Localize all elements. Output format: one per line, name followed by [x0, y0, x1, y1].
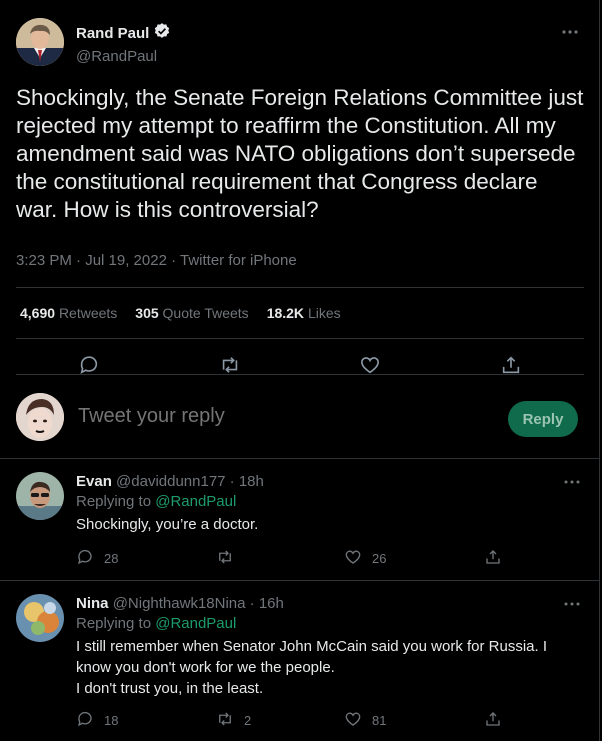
retweet-icon[interactable]	[219, 354, 241, 376]
reply-tweet[interactable]: Nina @Nighthawk18Nina · 16h Replying to …	[0, 582, 600, 741]
reply-count-button[interactable]: 18	[76, 710, 118, 731]
like-icon	[344, 548, 362, 569]
reply-text: Shockingly, you’re a doctor.	[76, 516, 259, 533]
replying-to-link[interactable]: @RandPaul	[155, 615, 236, 632]
author-handle[interactable]: @RandPaul	[76, 48, 171, 65]
reply-composer: Reply	[0, 375, 600, 459]
reply-icon[interactable]	[78, 354, 100, 376]
tweet-stats: 4,690 Retweets 305 Quote Tweets 18.2K Li…	[20, 305, 341, 321]
reply-body: Evan @daviddunn177 · 18h Replying to @Ra…	[76, 472, 576, 535]
retweet-button[interactable]: 2	[216, 710, 251, 731]
replying-to: Replying to @RandPaul	[76, 615, 237, 632]
user-avatar[interactable]	[16, 393, 64, 441]
author-info: Rand Paul @RandPaul	[76, 22, 171, 65]
like-icon[interactable]	[359, 354, 381, 376]
tweet-text: Shockingly, the Senate Foreign Relations…	[16, 85, 584, 222]
reply-count-button[interactable]: 28	[76, 548, 118, 569]
reply-avatar[interactable]	[16, 472, 64, 520]
retweet-button[interactable]	[216, 548, 244, 569]
verified-badge-icon	[153, 22, 171, 44]
like-button[interactable]: 26	[344, 548, 386, 569]
reply-author-name[interactable]: Evan	[76, 473, 112, 490]
more-options-icon[interactable]	[562, 594, 582, 614]
reply-text-line: I don't trust you, in the least.	[76, 680, 264, 697]
like-button[interactable]: 81	[344, 710, 386, 731]
tweet-page: Rand Paul @RandPaul Shockingly, the Sena…	[0, 0, 600, 741]
quotes-stat[interactable]: 305 Quote Tweets	[135, 305, 248, 321]
main-tweet: Rand Paul @RandPaul Shockingly, the Sena…	[16, 14, 584, 374]
reply-text-line: I still remember when Senator John McCai…	[76, 638, 548, 655]
retweet-icon	[216, 710, 234, 731]
reply-actions: 28 26	[76, 548, 506, 570]
share-button[interactable]	[484, 548, 502, 569]
reply-handle-time[interactable]: @daviddunn177 · 18h	[116, 473, 264, 490]
reply-actions: 18 2 81	[76, 710, 506, 732]
reply-icon	[76, 548, 94, 569]
more-options-icon[interactable]	[560, 22, 580, 42]
retweets-stat[interactable]: 4,690 Retweets	[20, 305, 117, 321]
reply-author-name[interactable]: Nina	[76, 595, 109, 612]
reply-button[interactable]: Reply	[508, 401, 578, 437]
likes-stat[interactable]: 18.2K Likes	[267, 305, 341, 321]
reply-tweet[interactable]: Evan @daviddunn177 · 18h Replying to @Ra…	[0, 460, 600, 581]
reply-input[interactable]	[78, 405, 478, 428]
reply-avatar[interactable]	[16, 594, 64, 642]
divider	[16, 287, 584, 288]
like-icon	[344, 710, 362, 731]
reply-body: Nina @Nighthawk18Nina · 16h Replying to …	[76, 594, 576, 699]
replying-to-link[interactable]: @RandPaul	[155, 493, 236, 510]
author-name[interactable]: Rand Paul	[76, 25, 149, 42]
reply-handle-time[interactable]: @Nighthawk18Nina · 16h	[113, 595, 284, 612]
author-avatar[interactable]	[16, 18, 64, 66]
divider	[16, 338, 584, 339]
share-icon	[484, 548, 502, 569]
tweet-header: Rand Paul @RandPaul	[16, 14, 584, 70]
reply-text-line: know you don't work for we the people.	[76, 659, 335, 676]
more-options-icon[interactable]	[562, 472, 582, 492]
share-button[interactable]	[484, 710, 502, 731]
retweet-icon	[216, 548, 234, 569]
replying-to: Replying to @RandPaul	[76, 493, 237, 510]
reply-icon	[76, 710, 94, 731]
reply-text: I still remember when Senator John McCai…	[76, 636, 576, 699]
tweet-timestamp[interactable]: 3:23 PM · Jul 19, 2022 · Twitter for iPh…	[16, 252, 297, 269]
share-icon[interactable]	[500, 354, 522, 376]
share-icon	[484, 710, 502, 731]
